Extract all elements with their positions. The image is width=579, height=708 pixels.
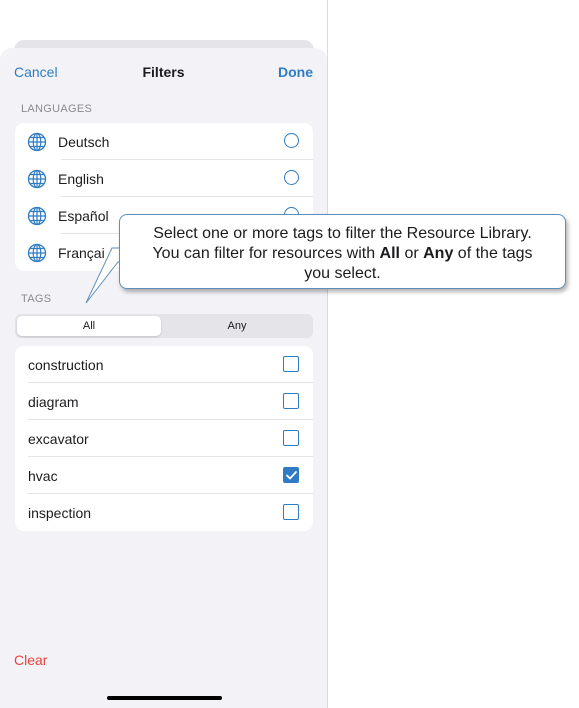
callout-line-3: you select. <box>304 265 381 282</box>
clear-button[interactable]: Clear <box>14 652 47 668</box>
tag-label: diagram <box>28 393 79 410</box>
language-label: Deutsch <box>58 133 110 150</box>
language-label: English <box>58 170 104 187</box>
language-label: Español <box>58 207 109 224</box>
filters-sheet: Cancel Filters Done LANGUAGES Deutsch En… <box>0 48 327 708</box>
checkbox-checked[interactable] <box>283 467 299 483</box>
segment-all[interactable]: All <box>17 316 161 336</box>
globe-icon <box>27 169 47 188</box>
checkbox[interactable] <box>283 356 299 372</box>
globe-icon <box>27 243 47 262</box>
tooltip-callout: Select one or more tags to filter the Re… <box>119 214 566 289</box>
tag-item-diagram[interactable]: diagram <box>15 383 313 420</box>
callout-text: You can filter for resources with <box>152 245 380 262</box>
language-item-english[interactable]: English <box>15 160 313 197</box>
tags-list: construction diagram excavator hvac insp… <box>15 346 313 531</box>
tag-item-inspection[interactable]: inspection <box>15 494 313 531</box>
callout-line-1: Select one or more tags to filter the Re… <box>153 225 532 242</box>
tags-header: TAGS <box>21 293 52 305</box>
checkbox[interactable] <box>283 504 299 520</box>
tag-label: excavator <box>28 430 89 447</box>
language-item-deutsch[interactable]: Deutsch <box>15 123 313 160</box>
tag-label: hvac <box>28 467 58 484</box>
globe-icon <box>27 132 47 151</box>
tag-item-construction[interactable]: construction <box>15 346 313 383</box>
radio-button[interactable] <box>284 170 299 185</box>
tag-label: construction <box>28 356 104 373</box>
tag-item-hvac[interactable]: hvac <box>15 457 313 494</box>
done-button[interactable]: Done <box>278 64 313 80</box>
checkbox[interactable] <box>283 430 299 446</box>
radio-button[interactable] <box>284 133 299 148</box>
home-indicator <box>107 696 222 700</box>
tag-label: inspection <box>28 504 92 521</box>
callout-line-2: You can filter for resources with All or… <box>120 244 565 264</box>
tag-item-excavator[interactable]: excavator <box>15 420 313 457</box>
callout-any-emphasis: Any <box>423 245 454 262</box>
segment-any[interactable]: Any <box>165 316 309 336</box>
checkbox[interactable] <box>283 393 299 409</box>
tag-match-segmented-control: All Any <box>15 314 313 338</box>
phone-screen: Cancel Filters Done LANGUAGES Deutsch En… <box>0 0 328 708</box>
globe-icon <box>27 206 47 225</box>
callout-text: of the tags <box>453 245 533 262</box>
languages-header: LANGUAGES <box>21 103 93 115</box>
language-label: Françai <box>58 244 105 261</box>
callout-all-emphasis: All <box>379 245 400 262</box>
checkmark-icon <box>285 470 297 479</box>
callout-text: or <box>400 245 424 262</box>
